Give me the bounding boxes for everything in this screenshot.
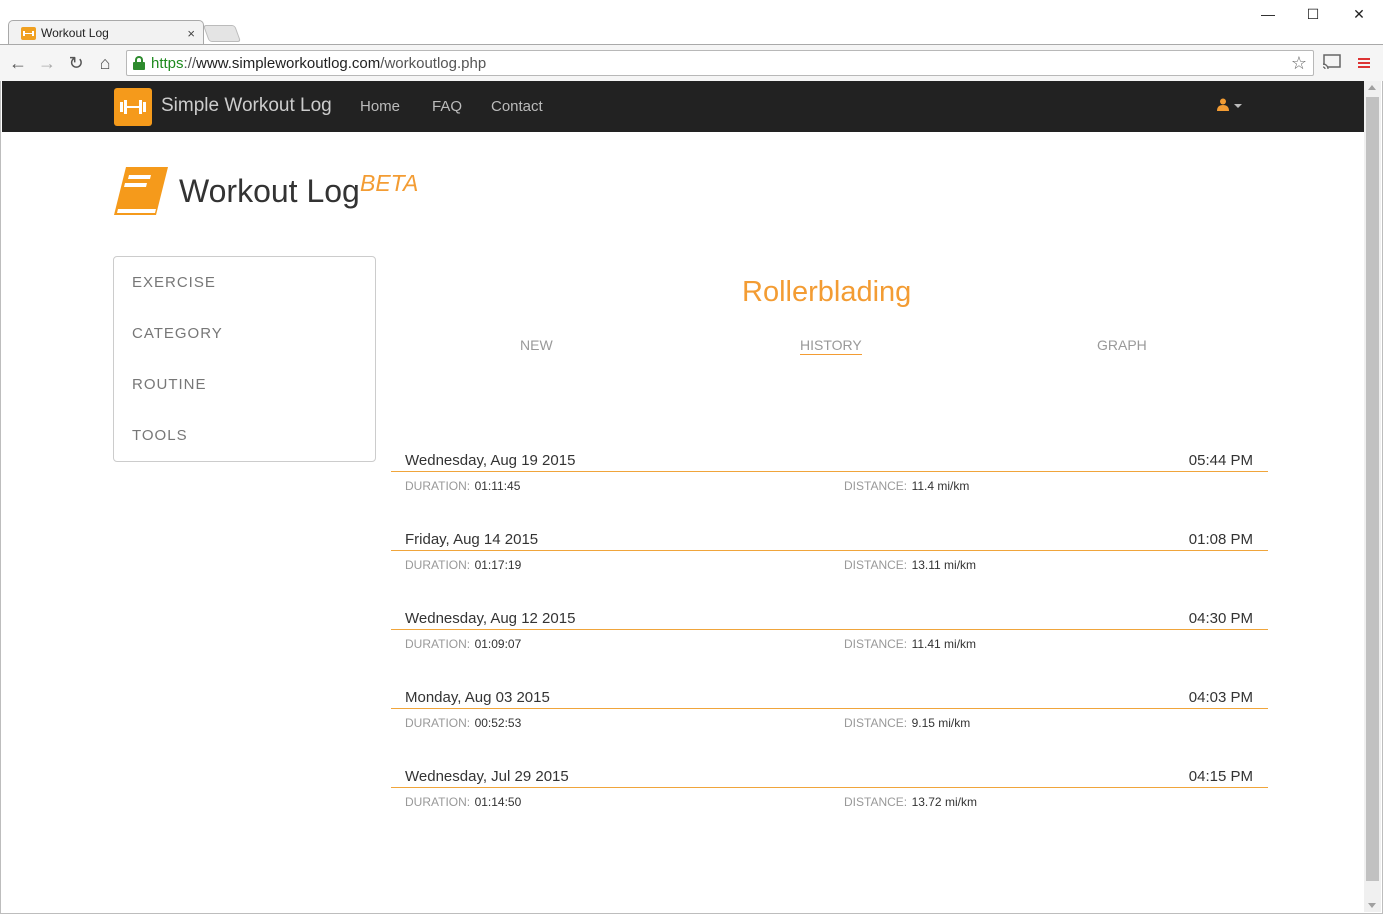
- tab-new[interactable]: NEW: [520, 337, 553, 353]
- entry-date: Wednesday, Jul 29 2015: [405, 768, 569, 785]
- distance-value: 11.4 mi/km: [911, 479, 970, 493]
- distance-value: 13.11 mi/km: [911, 558, 977, 572]
- duration-label: DURATION:: [405, 637, 471, 651]
- cast-icon[interactable]: [1322, 54, 1342, 74]
- scroll-up-icon[interactable]: [1368, 85, 1376, 90]
- exercise-title: Rollerblading: [742, 276, 912, 308]
- minimize-button[interactable]: —: [1258, 6, 1278, 22]
- duration-value: 00:52:53: [474, 716, 522, 730]
- browser-toolbar: ← → ↻ ⌂ https://www.simpleworkoutlog.com…: [0, 44, 1383, 81]
- tab-strip: Workout Log × — ☐ ✕: [0, 0, 1383, 45]
- distance-label: DISTANCE:: [844, 637, 908, 651]
- duration-label: DURATION:: [405, 558, 471, 572]
- distance-value: 13.72 mi/km: [911, 795, 977, 809]
- entry-date: Monday, Aug 03 2015: [405, 689, 550, 706]
- duration-value: 01:09:07: [474, 637, 522, 651]
- tab-title: Workout Log: [41, 26, 109, 40]
- duration-label: DURATION:: [405, 795, 471, 809]
- bookmark-star-icon[interactable]: ☆: [1291, 53, 1307, 74]
- user-icon: [1217, 98, 1229, 111]
- entry-duration: DURATION: 01:14:50: [405, 793, 521, 811]
- entry-divider: [391, 629, 1268, 630]
- reload-icon[interactable]: ↻: [66, 53, 86, 73]
- scroll-down-icon[interactable]: [1368, 903, 1376, 908]
- nav-contact-link[interactable]: Contact: [491, 98, 543, 115]
- scroll-thumb[interactable]: [1366, 97, 1379, 881]
- entry-divider: [391, 550, 1268, 551]
- duration-label: DURATION:: [405, 716, 471, 730]
- entry-time: 04:15 PM: [1188, 768, 1253, 785]
- page-title: Workout Log: [179, 173, 360, 209]
- tab-history[interactable]: HISTORY: [800, 337, 862, 355]
- new-tab-button[interactable]: [202, 25, 242, 42]
- entry-duration: DURATION: 01:09:07: [405, 635, 521, 653]
- distance-label: DISTANCE:: [844, 558, 908, 572]
- duration-value: 01:17:19: [474, 558, 522, 572]
- dumbbell-icon: [21, 26, 36, 40]
- close-window-button[interactable]: ✕: [1349, 6, 1369, 23]
- distance-label: DISTANCE:: [844, 795, 908, 809]
- entry-distance: DISTANCE: 11.4 mi/km: [844, 477, 969, 495]
- entry-duration: DURATION: 00:52:53: [405, 714, 521, 732]
- nav-home-link[interactable]: Home: [360, 98, 400, 115]
- book-logo-icon: [112, 163, 170, 219]
- dumbbell-logo-icon[interactable]: [114, 88, 152, 126]
- entry-duration: DURATION: 01:17:19: [405, 556, 521, 574]
- entry-time: 04:03 PM: [1188, 689, 1253, 706]
- duration-value: 01:11:45: [474, 479, 521, 493]
- sidebar-item-category[interactable]: CATEGORY: [132, 325, 223, 342]
- history-entry[interactable]: Monday, Aug 03 2015 04:03 PM DURATION: 00:…: [391, 689, 1268, 749]
- address-bar[interactable]: https://www.simpleworkoutlog.com/workout…: [126, 50, 1314, 76]
- history-entry[interactable]: Friday, Aug 14 2015 01:08 PM DURATION: 01:…: [391, 531, 1268, 591]
- history-entry[interactable]: Wednesday, Aug 19 2015 05:44 PM DURATION: …: [391, 452, 1268, 512]
- entry-distance: DISTANCE: 11.41 mi/km: [844, 635, 976, 653]
- url-text: https://www.simpleworkoutlog.com/workout…: [151, 54, 487, 72]
- caret-down-icon: [1234, 103, 1242, 108]
- entry-time: 05:44 PM: [1188, 452, 1253, 469]
- back-arrow-icon[interactable]: ←: [8, 53, 28, 73]
- entry-divider: [391, 471, 1268, 472]
- entry-time: 01:08 PM: [1188, 531, 1253, 548]
- sidebar-menu: EXERCISE CATEGORY ROUTINE TOOLS: [113, 256, 376, 462]
- beta-badge: BETA: [360, 170, 419, 196]
- entry-date: Wednesday, Aug 19 2015: [405, 452, 576, 469]
- entry-distance: DISTANCE: 9.15 mi/km: [844, 714, 970, 732]
- maximize-button[interactable]: ☐: [1303, 6, 1323, 23]
- distance-label: DISTANCE:: [844, 716, 908, 730]
- vertical-scrollbar[interactable]: [1364, 81, 1381, 912]
- sidebar-item-exercise[interactable]: EXERCISE: [132, 274, 216, 291]
- entry-distance: DISTANCE: 13.11 mi/km: [844, 556, 976, 574]
- forward-arrow-icon[interactable]: →: [37, 53, 57, 73]
- sidebar-item-routine[interactable]: ROUTINE: [132, 376, 207, 393]
- distance-value: 9.15 mi/km: [911, 716, 971, 730]
- sidebar-item-tools[interactable]: TOOLS: [132, 427, 188, 444]
- history-entry[interactable]: Wednesday, Aug 12 2015 04:30 PM DURATION: …: [391, 610, 1268, 670]
- entry-divider: [391, 787, 1268, 788]
- brand-link[interactable]: Simple Workout Log: [161, 95, 332, 117]
- menu-icon[interactable]: [1354, 54, 1374, 74]
- entry-time: 04:30 PM: [1188, 610, 1253, 627]
- site-navbar: Simple Workout Log Home FAQ Contact: [2, 81, 1364, 132]
- user-menu-dropdown[interactable]: [1217, 98, 1242, 111]
- home-icon[interactable]: ⌂: [95, 53, 115, 73]
- nav-faq-link[interactable]: FAQ: [432, 98, 462, 115]
- lock-icon: [133, 56, 145, 70]
- browser-tab[interactable]: Workout Log ×: [8, 20, 204, 45]
- history-entry[interactable]: Wednesday, Jul 29 2015 04:15 PM DURATION: …: [391, 768, 1268, 828]
- entry-divider: [391, 708, 1268, 709]
- entry-date: Friday, Aug 14 2015: [405, 531, 539, 548]
- duration-label: DURATION:: [405, 479, 471, 493]
- entry-distance: DISTANCE: 13.72 mi/km: [844, 793, 977, 811]
- tab-close-icon[interactable]: ×: [187, 26, 195, 41]
- entry-date: Wednesday, Aug 12 2015: [405, 610, 576, 627]
- distance-value: 11.41 mi/km: [911, 637, 977, 651]
- tab-graph[interactable]: GRAPH: [1097, 337, 1147, 353]
- distance-label: DISTANCE:: [844, 479, 908, 493]
- duration-value: 01:14:50: [474, 795, 522, 809]
- entry-duration: DURATION: 01:11:45: [405, 477, 520, 495]
